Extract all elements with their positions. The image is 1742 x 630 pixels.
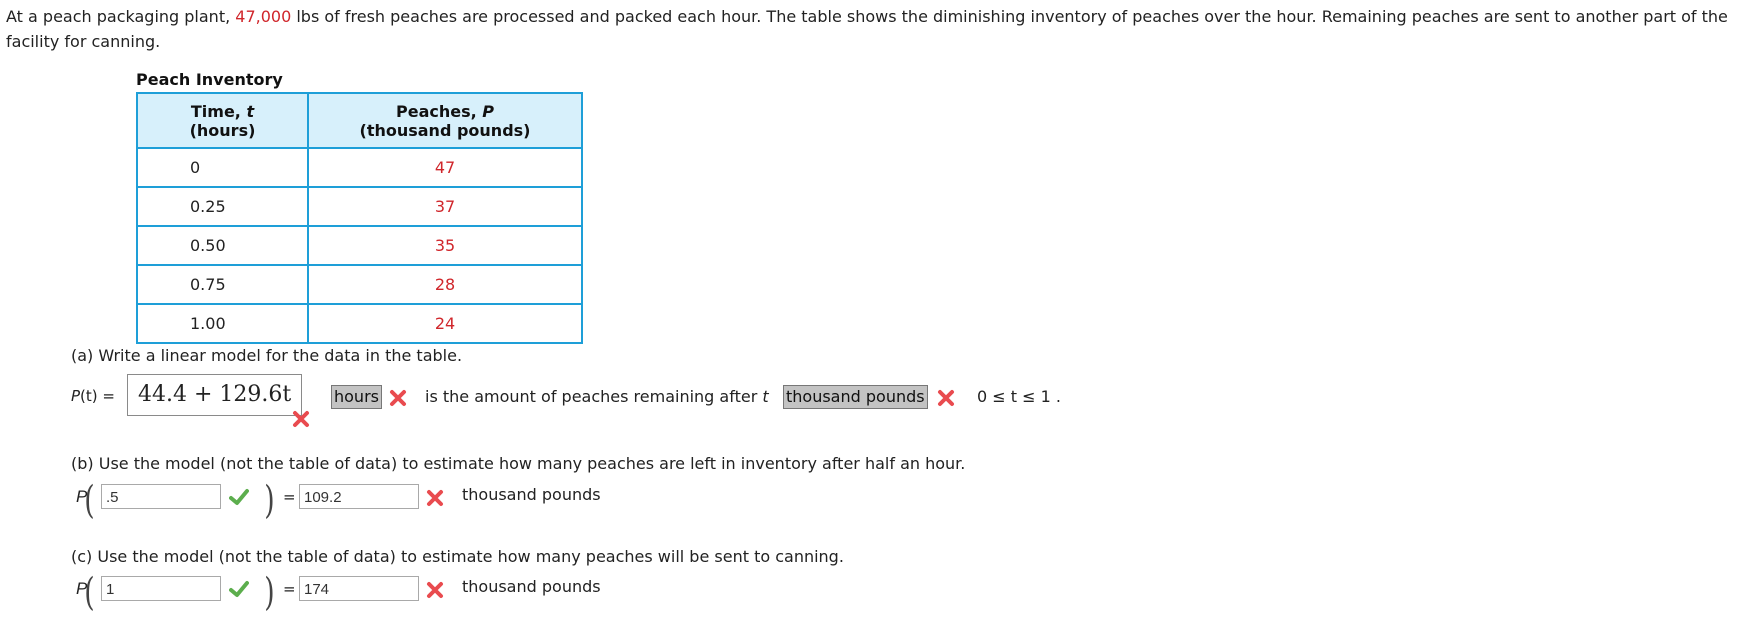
domain-text: 0 ≤ t ≤ 1 .: [977, 387, 1061, 406]
peaches-cell: 24: [307, 303, 583, 344]
header-label: Time,: [190, 101, 247, 121]
middle-text: is the amount of peaches remaining after: [425, 387, 763, 406]
header-unit: (thousand pounds): [359, 120, 531, 140]
part-c-question: (c) Use the model (not the table of data…: [71, 547, 844, 566]
problem-statement: At a peach packaging plant, 47,000 lbs o…: [6, 4, 1738, 54]
time-cell: 0: [136, 147, 309, 188]
function-arg: (t) =: [80, 387, 115, 405]
part-c-units: thousand pounds: [462, 577, 601, 596]
table-row: 0.75 28: [136, 264, 583, 305]
part-c-input[interactable]: 1: [101, 576, 221, 601]
incorrect-x-icon: [938, 390, 954, 406]
part-b-result-input[interactable]: 109.2: [299, 484, 419, 509]
table-row: 1.00 24: [136, 303, 583, 344]
close-paren: ): [264, 570, 275, 614]
header-var: t: [246, 101, 255, 121]
middle-var: t: [762, 387, 769, 406]
units-dropdown-1[interactable]: hours: [331, 385, 382, 409]
dropdown-selected-value: hours: [334, 387, 379, 406]
peaches-cell: 47: [307, 147, 583, 188]
equals-sign: =: [283, 488, 296, 506]
time-cell: 0.75: [136, 264, 309, 305]
column-header-peaches: Peaches, P (thousand pounds): [307, 92, 583, 149]
linear-model-value: 44.4 + 129.6t: [138, 382, 292, 407]
part-a-middle-text: is the amount of peaches remaining after…: [425, 387, 769, 406]
part-b-input[interactable]: .5: [101, 484, 221, 509]
part-a-lhs: P(t) =: [71, 387, 115, 405]
incorrect-x-icon: [427, 490, 443, 506]
header-unit: (hours): [189, 120, 256, 140]
equals-sign: =: [283, 580, 296, 598]
dropdown-selected-value: thousand pounds: [786, 387, 925, 406]
part-b-question: (b) Use the model (not the table of data…: [71, 454, 966, 473]
table-row: 0.25 37: [136, 186, 583, 227]
open-paren: (: [84, 478, 95, 522]
table-row: 0 47: [136, 147, 583, 188]
peaches-cell: 28: [307, 264, 583, 305]
correct-check-icon: [229, 581, 249, 597]
peaches-cell: 35: [307, 225, 583, 266]
time-cell: 0.25: [136, 186, 309, 227]
function-name: P: [71, 387, 81, 405]
open-paren: (: [84, 570, 95, 614]
incorrect-x-icon: [427, 582, 443, 598]
peaches-cell: 37: [307, 186, 583, 227]
incorrect-x-icon: [293, 411, 309, 427]
peach-inventory-table: Time, t (hours) Peaches, P (thousand pou…: [136, 92, 583, 344]
header-label: Peaches,: [395, 101, 483, 121]
units-dropdown-2[interactable]: thousand pounds: [783, 385, 928, 409]
part-b-units: thousand pounds: [462, 485, 601, 504]
correct-check-icon: [229, 489, 249, 505]
part-c-result-input[interactable]: 174: [299, 576, 419, 601]
column-header-time: Time, t (hours): [136, 92, 309, 149]
time-cell: 0.50: [136, 225, 309, 266]
intro-highlight: 47,000: [235, 7, 292, 26]
close-paren: ): [264, 478, 275, 522]
header-var: P: [482, 101, 494, 121]
intro-text-before: At a peach packaging plant,: [6, 7, 236, 26]
table-caption: Peach Inventory: [136, 70, 283, 89]
time-cell: 1.00: [136, 303, 309, 344]
table-row: 0.50 35: [136, 225, 583, 266]
linear-model-answer[interactable]: 44.4 + 129.6t: [127, 374, 303, 416]
part-a-question: (a) Write a linear model for the data in…: [71, 346, 463, 365]
table-header-row: Time, t (hours) Peaches, P (thousand pou…: [136, 92, 583, 149]
incorrect-x-icon: [390, 390, 406, 406]
